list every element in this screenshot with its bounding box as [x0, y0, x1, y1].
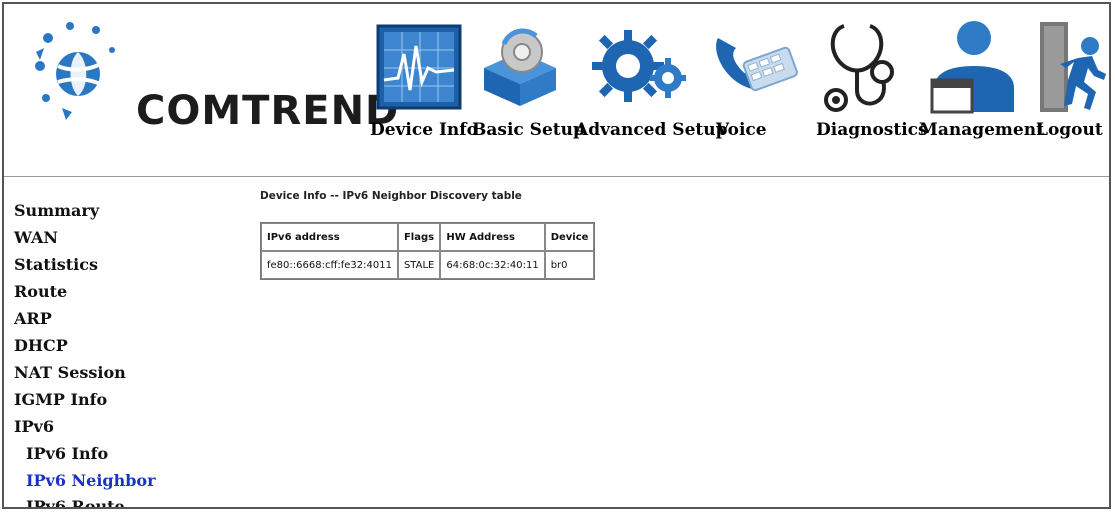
- sidebar-item-arp[interactable]: ARP: [14, 309, 52, 328]
- column-header: HW Address: [440, 223, 545, 251]
- nav-basic-setup[interactable]: Basic Setup: [472, 120, 585, 140]
- sidebar-item-nat-session[interactable]: NAT Session: [14, 363, 126, 382]
- voice-icon[interactable]: [710, 28, 800, 108]
- header: COMTREND Device Info Basic Setup Advance…: [4, 4, 1109, 177]
- nav-advanced-setup[interactable]: Advanced Setup: [575, 120, 728, 140]
- sidebar-item-ipv6-neighbor[interactable]: IPv6 Neighbor: [26, 471, 156, 490]
- sidebar: Summary WAN Statistics Route ARP DHCP NA…: [4, 177, 204, 507]
- table-row: fe80::6668:cff:fe32:4011 STALE 64:68:0c:…: [261, 251, 595, 279]
- device-info-icon[interactable]: [376, 24, 462, 110]
- sidebar-item-ipv6[interactable]: IPv6: [14, 417, 54, 436]
- device-cell: br0: [544, 251, 595, 279]
- neighbor-discovery-table: IPv6 address Flags HW Address Device fe8…: [260, 222, 596, 280]
- sidebar-item-dhcp[interactable]: DHCP: [14, 336, 68, 355]
- sidebar-item-statistics[interactable]: Statistics: [14, 255, 98, 274]
- advanced-setup-icon[interactable]: [590, 24, 690, 110]
- nav-voice[interactable]: Voice: [716, 120, 767, 140]
- page-title: Device Info -- IPv6 Neighbor Discovery t…: [260, 190, 522, 202]
- nav-device-info[interactable]: Device Info: [370, 120, 478, 140]
- sidebar-item-igmp-info[interactable]: IGMP Info: [14, 390, 107, 409]
- column-header: Flags: [397, 223, 441, 251]
- ipv6-address-cell: fe80::6668:cff:fe32:4011: [261, 251, 398, 279]
- sidebar-item-ipv6-info[interactable]: IPv6 Info: [26, 444, 108, 463]
- nav-logout[interactable]: Logout: [1036, 120, 1103, 140]
- comtrend-logo: COMTREND: [28, 16, 398, 136]
- flags-cell: STALE: [397, 251, 441, 279]
- hw-address-cell: 64:68:0c:32:40:11: [440, 251, 545, 279]
- brand-name: COMTREND: [136, 88, 400, 134]
- basic-setup-icon[interactable]: [474, 24, 566, 110]
- column-header: IPv6 address: [261, 223, 398, 251]
- sidebar-item-route[interactable]: Route: [14, 282, 67, 301]
- logo-mark-icon: [35, 22, 115, 120]
- nav-management[interactable]: Management: [919, 120, 1044, 140]
- column-header: Device: [544, 223, 595, 251]
- diagnostics-icon[interactable]: [822, 18, 902, 114]
- table-header-row: IPv6 address Flags HW Address Device: [261, 223, 595, 251]
- sidebar-item-ipv6-route[interactable]: IPv6 Route: [26, 497, 125, 507]
- sidebar-item-summary[interactable]: Summary: [14, 201, 99, 220]
- nav-diagnostics[interactable]: Diagnostics: [816, 120, 928, 140]
- management-icon[interactable]: [924, 18, 1020, 114]
- logout-icon[interactable]: [1034, 18, 1108, 114]
- sidebar-item-wan[interactable]: WAN: [14, 228, 58, 247]
- app-frame: COMTREND Device Info Basic Setup Advance…: [2, 2, 1111, 509]
